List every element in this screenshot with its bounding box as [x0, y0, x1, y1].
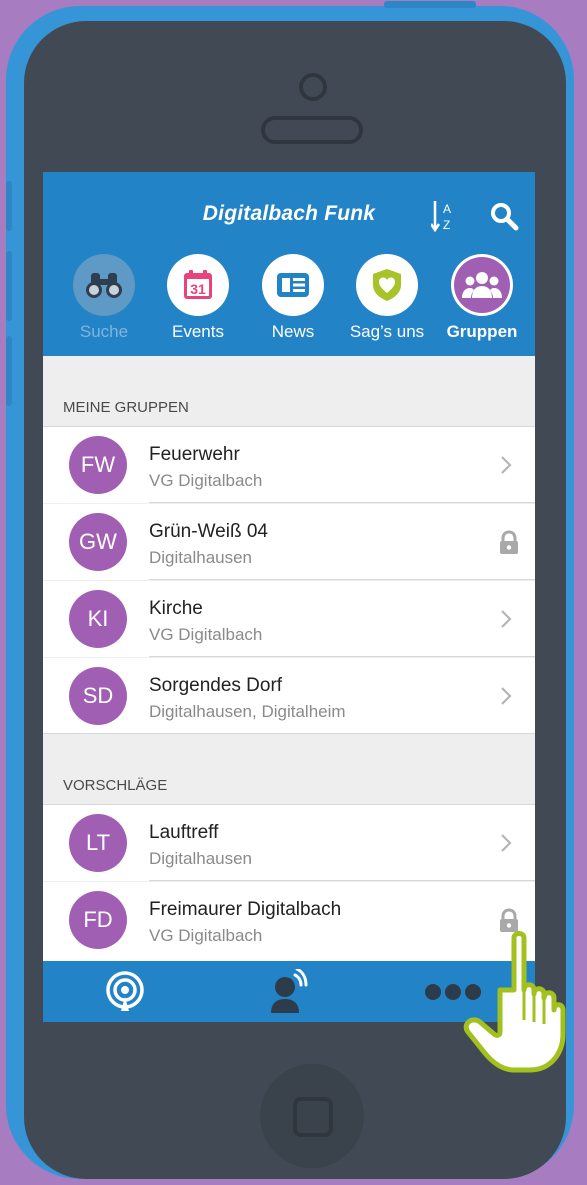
nav-gruppen[interactable]: Gruppen — [437, 254, 527, 346]
nav-label-suche: Suche — [79, 322, 129, 341]
earpiece-speaker — [261, 116, 363, 144]
avatar: LT — [69, 814, 127, 872]
chevron-right-icon — [501, 834, 512, 852]
avatar: KI — [69, 590, 127, 648]
broadcast-icon — [106, 970, 144, 1011]
section-title: VORSCHLÄGE — [63, 777, 168, 794]
avatar: SD — [69, 667, 127, 725]
chevron-right-icon — [501, 687, 512, 705]
binoculars-icon — [73, 254, 135, 316]
svg-text:Z: Z — [443, 218, 450, 232]
list-item[interactable]: GW Grün-Weiß 04 Digitalhausen — [43, 504, 535, 580]
group-location: VG Digitalbach — [149, 471, 263, 490]
group-name: Lauftreff — [149, 822, 219, 843]
group-location: VG Digitalbach — [149, 625, 263, 644]
section-title: MEINE GRUPPEN — [63, 399, 189, 416]
nav-news[interactable]: News — [248, 254, 338, 346]
nav-events[interactable]: 31 Events — [153, 254, 243, 346]
lock-icon — [500, 530, 518, 554]
calendar-day: 31 — [190, 281, 206, 297]
speaker-person-icon — [271, 968, 308, 1013]
chevron-right-icon — [501, 456, 512, 474]
group-location: VG Digitalbach — [149, 926, 263, 945]
front-camera — [299, 73, 327, 101]
tab-speaker[interactable] — [207, 961, 371, 1022]
group-name: Feuerwehr — [149, 444, 240, 465]
heart-shield-icon — [356, 254, 418, 316]
group-location: Digitalhausen — [149, 548, 253, 567]
home-button[interactable] — [260, 1064, 364, 1168]
nav-label-events: Events — [172, 322, 224, 341]
search-icon[interactable] — [489, 201, 519, 231]
nav-suche[interactable]: Suche — [59, 254, 149, 346]
list-item[interactable]: FW Feuerwehr VG Digitalbach — [43, 427, 535, 503]
avatar: FW — [69, 436, 127, 494]
app-header: Digitalbach Funk A Z Suche 31 Events New… — [43, 172, 535, 356]
volume-up-button — [6, 251, 12, 321]
group-name: Grün-Weiß 04 — [149, 521, 268, 542]
mute-switch — [6, 181, 12, 231]
power-button — [384, 1, 476, 8]
group-location: Digitalhausen — [149, 849, 253, 868]
avatar: GW — [69, 513, 127, 571]
app-title: Digitalbach Funk — [202, 202, 376, 225]
chevron-right-icon — [501, 610, 512, 628]
nav-label-news: News — [271, 322, 315, 341]
section-header-vorschlaege: VORSCHLÄGE — [43, 734, 535, 805]
group-icon — [451, 254, 513, 316]
section-header-meine-gruppen: MEINE GRUPPEN — [43, 356, 535, 427]
app-screen: Digitalbach Funk A Z Suche 31 Events New… — [43, 172, 535, 1022]
tab-broadcast[interactable] — [43, 961, 207, 1022]
calendar-icon: 31 — [167, 254, 229, 316]
avatar: FD — [69, 891, 127, 949]
group-name: Kirche — [149, 598, 203, 619]
group-location: Digitalhausen, Digitalheim — [149, 702, 346, 721]
nav-label-gruppen: Gruppen — [446, 322, 518, 341]
list-item[interactable]: SD Sorgendes Dorf Digitalhausen, Digital… — [43, 658, 535, 734]
svg-text:A: A — [443, 202, 451, 216]
list-item[interactable]: KI Kirche VG Digitalbach — [43, 581, 535, 657]
sort-az-icon[interactable]: A Z — [431, 199, 457, 233]
newspaper-icon — [262, 254, 324, 316]
list-item[interactable]: LT Lauftreff Digitalhausen — [43, 805, 535, 881]
group-name: Freimaurer Digitalbach — [149, 899, 342, 920]
volume-down-button — [6, 336, 12, 406]
nav-label-sags-uns: Sag’s uns — [349, 322, 425, 341]
group-name: Sorgendes Dorf — [149, 675, 283, 696]
nav-sags-uns[interactable]: Sag’s uns — [342, 254, 432, 346]
pointing-hand-cursor-icon — [463, 931, 566, 1073]
